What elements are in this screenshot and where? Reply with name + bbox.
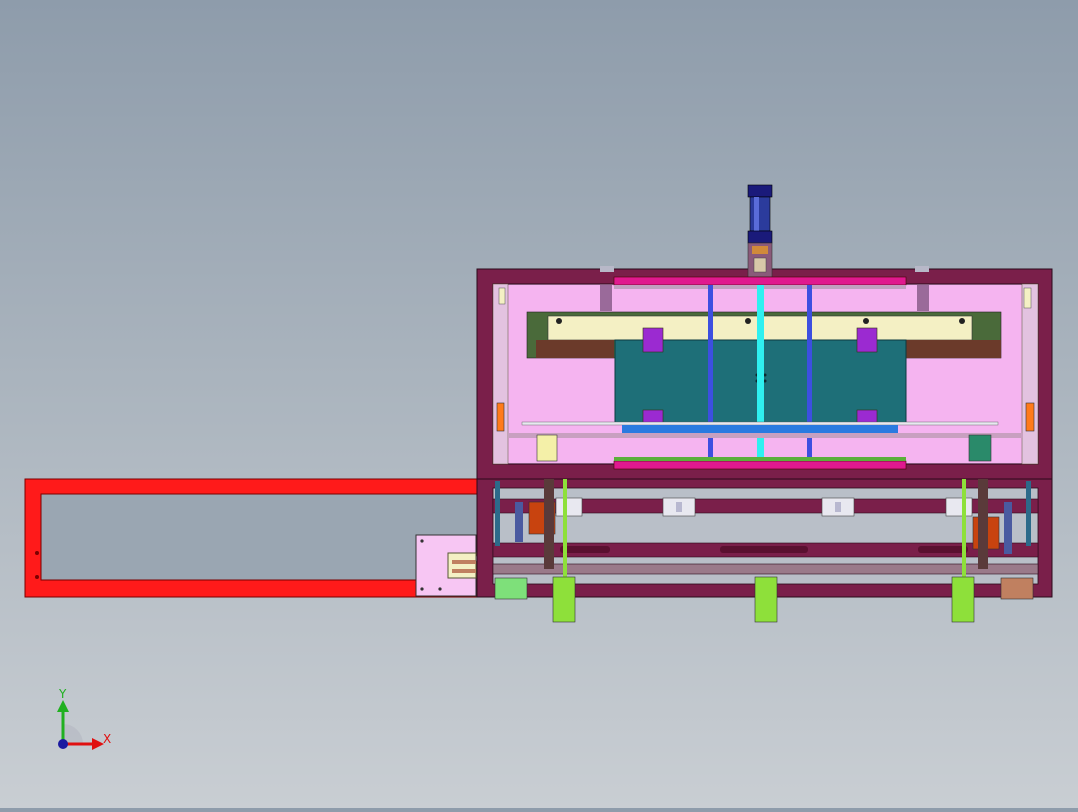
- x-axis-label: X: [103, 732, 111, 746]
- y-axis-label: Y: [58, 687, 67, 701]
- red-rail-frame[interactable]: [24, 478, 478, 598]
- top-cylinder[interactable]: [747, 184, 773, 278]
- y-axis-arrowhead: [57, 700, 69, 712]
- cad-viewport[interactable]: [0, 0, 1078, 808]
- coordinate-triad: Y X: [48, 686, 118, 756]
- assembly-model[interactable]: [0, 0, 1078, 808]
- triad-graphic: Y X: [57, 687, 111, 750]
- origin-point: [58, 739, 68, 749]
